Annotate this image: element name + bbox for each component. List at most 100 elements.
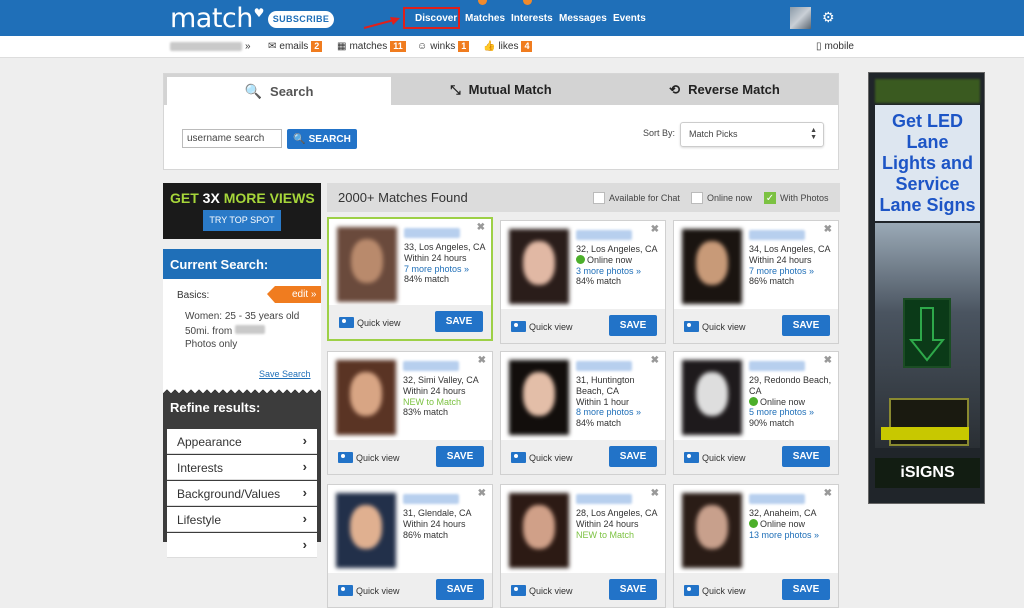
match-card[interactable]: ✖ 32, Anaheim, CA Online now 13 more photos… (673, 484, 839, 608)
close-icon[interactable]: ✖ (651, 488, 659, 499)
tab-reverse-match[interactable]: ⟲ Reverse Match (611, 74, 838, 105)
profile-photo[interactable] (509, 493, 569, 568)
profile-name[interactable] (749, 494, 805, 504)
nav-messages[interactable]: Messages (559, 13, 607, 24)
checkbox[interactable] (691, 192, 703, 204)
quick-view-link[interactable]: Quick view (338, 585, 400, 596)
profile-photo[interactable] (337, 227, 397, 302)
match-card[interactable]: ✖ 34, Los Angeles, CA Within 24 hours 7 mor… (673, 220, 839, 344)
tab-search[interactable]: 🔍 Search (167, 77, 391, 105)
save-button[interactable]: SAVE (609, 315, 657, 336)
profile-name[interactable] (576, 494, 632, 504)
quick-view-link[interactable]: Quick view (339, 317, 401, 328)
username-search-input[interactable]: username search (182, 129, 282, 148)
filter-online-now[interactable]: Online now (691, 192, 752, 204)
save-button[interactable]: SAVE (435, 311, 483, 332)
profile-detail[interactable]: 7 more photos » (749, 266, 835, 277)
nav-interests[interactable]: Interests (511, 13, 553, 24)
gear-icon[interactable]: ⚙ (822, 9, 835, 26)
nav-matches[interactable]: Matches (465, 13, 505, 24)
save-search-link[interactable]: Save Search (259, 369, 311, 379)
emails-link[interactable]: ✉ emails 2 (268, 41, 323, 52)
search-button[interactable]: 🔍 SEARCH (287, 129, 357, 149)
winks-link[interactable]: ☺ winks 1 (417, 41, 470, 52)
match-card[interactable]: ✖ 33, Los Angeles, CA Within 24 hours 7 mor… (327, 217, 493, 341)
close-icon[interactable]: ✖ (824, 224, 832, 235)
quick-view-link[interactable]: Quick view (338, 452, 400, 463)
username-link[interactable]: » (170, 41, 251, 52)
profile-detail[interactable]: 3 more photos » (576, 266, 662, 277)
refine-lifestyle[interactable]: Lifestyle › (167, 507, 317, 532)
match-card[interactable]: ✖ 32, Los Angeles, CA Online now 3 more pho… (500, 220, 666, 344)
refine-appearance[interactable]: Appearance › (167, 429, 317, 454)
tab-mutual-match[interactable]: ⤡ Mutual Match (391, 74, 611, 105)
refine-background[interactable]: Background/Values › (167, 481, 317, 506)
close-icon[interactable]: ✖ (824, 355, 832, 366)
mobile-link[interactable]: ▯ mobile (816, 41, 854, 52)
edit-button[interactable]: edit » (267, 286, 321, 303)
profile-name[interactable] (576, 361, 632, 371)
profile-name[interactable] (403, 361, 459, 371)
profile-card-icon (511, 585, 526, 596)
profile-detail[interactable]: 8 more photos » (576, 407, 662, 418)
profile-detail[interactable]: 13 more photos » (749, 530, 835, 541)
profile-name[interactable] (576, 230, 632, 240)
profile-name[interactable] (749, 361, 805, 371)
profile-name[interactable] (749, 230, 805, 240)
profile-photo[interactable] (682, 493, 742, 568)
profile-photo[interactable] (682, 360, 742, 435)
advertisement[interactable]: Get LED Lane Lights and Service Lane Sig… (868, 72, 985, 504)
profile-avatar[interactable] (790, 7, 811, 29)
refine-interests[interactable]: Interests › (167, 455, 317, 480)
subscribe-button[interactable]: SUBSCRIBE (268, 11, 334, 28)
profile-photo[interactable] (336, 360, 396, 435)
quick-view-link[interactable]: Quick view (511, 452, 573, 463)
profile-detail[interactable]: 7 more photos » (404, 264, 490, 275)
ad-learn-more[interactable] (881, 427, 969, 440)
close-icon[interactable]: ✖ (478, 355, 486, 366)
filter-available-chat[interactable]: Available for Chat (593, 192, 680, 204)
match-logo[interactable]: match ♥ (170, 3, 264, 34)
quick-view-link[interactable]: Quick view (684, 321, 746, 332)
save-button[interactable]: SAVE (609, 579, 657, 600)
save-button[interactable]: SAVE (436, 579, 484, 600)
filter-with-photos[interactable]: ✓ With Photos (764, 192, 829, 204)
match-card[interactable]: ✖ 32, Simi Valley, CA Within 24 hours NEW t… (327, 351, 493, 475)
save-button[interactable]: SAVE (782, 315, 830, 336)
close-icon[interactable]: ✖ (824, 488, 832, 499)
match-card[interactable]: ✖ 31, Glendale, CA Within 24 hours 86% matc… (327, 484, 493, 608)
match-card[interactable]: ✖ 29, Redondo Beach, CA Online now 5 more p… (673, 351, 839, 475)
try-top-spot-button[interactable]: TRY TOP SPOT (203, 210, 281, 231)
quick-view-link[interactable]: Quick view (511, 585, 573, 596)
profile-name[interactable] (404, 228, 460, 238)
close-icon[interactable]: ✖ (478, 488, 486, 499)
close-icon[interactable]: ✖ (651, 224, 659, 235)
save-button[interactable]: SAVE (782, 446, 830, 467)
last-active: Within 24 hours (403, 518, 466, 529)
close-icon[interactable]: ✖ (477, 222, 485, 233)
profile-photo[interactable] (336, 493, 396, 568)
matches-link[interactable]: ▦ matches 11 (337, 41, 406, 52)
quick-view-link[interactable]: Quick view (684, 452, 746, 463)
quick-view-link[interactable]: Quick view (511, 321, 573, 332)
save-button[interactable]: SAVE (782, 579, 830, 600)
profile-info: 29, Redondo Beach, CA Online now 5 more ph… (749, 375, 835, 429)
close-icon[interactable]: ✖ (651, 355, 659, 366)
quick-view-link[interactable]: Quick view (684, 585, 746, 596)
profile-name[interactable] (403, 494, 459, 504)
match-card[interactable]: ✖ 31, Huntington Beach, CA Within 1 hour 8 … (500, 351, 666, 475)
likes-link[interactable]: 👍 likes 4 (483, 41, 533, 52)
profile-detail[interactable]: 5 more photos » (749, 407, 835, 418)
match-card[interactable]: ✖ 28, Los Angeles, CA Within 24 hours NEW t… (500, 484, 666, 608)
save-button[interactable]: SAVE (609, 446, 657, 467)
profile-photo[interactable] (509, 360, 569, 435)
profile-photo[interactable] (682, 229, 742, 304)
nav-discover[interactable]: Discover (415, 13, 457, 24)
sort-select[interactable]: Match Picks ▲ ▼ (680, 122, 824, 147)
checkbox[interactable] (593, 192, 605, 204)
save-button[interactable]: SAVE (436, 446, 484, 467)
nav-events[interactable]: Events (613, 13, 646, 24)
profile-photo[interactable] (509, 229, 569, 304)
refine-more[interactable]: › (167, 533, 317, 558)
checkbox-checked[interactable]: ✓ (764, 192, 776, 204)
